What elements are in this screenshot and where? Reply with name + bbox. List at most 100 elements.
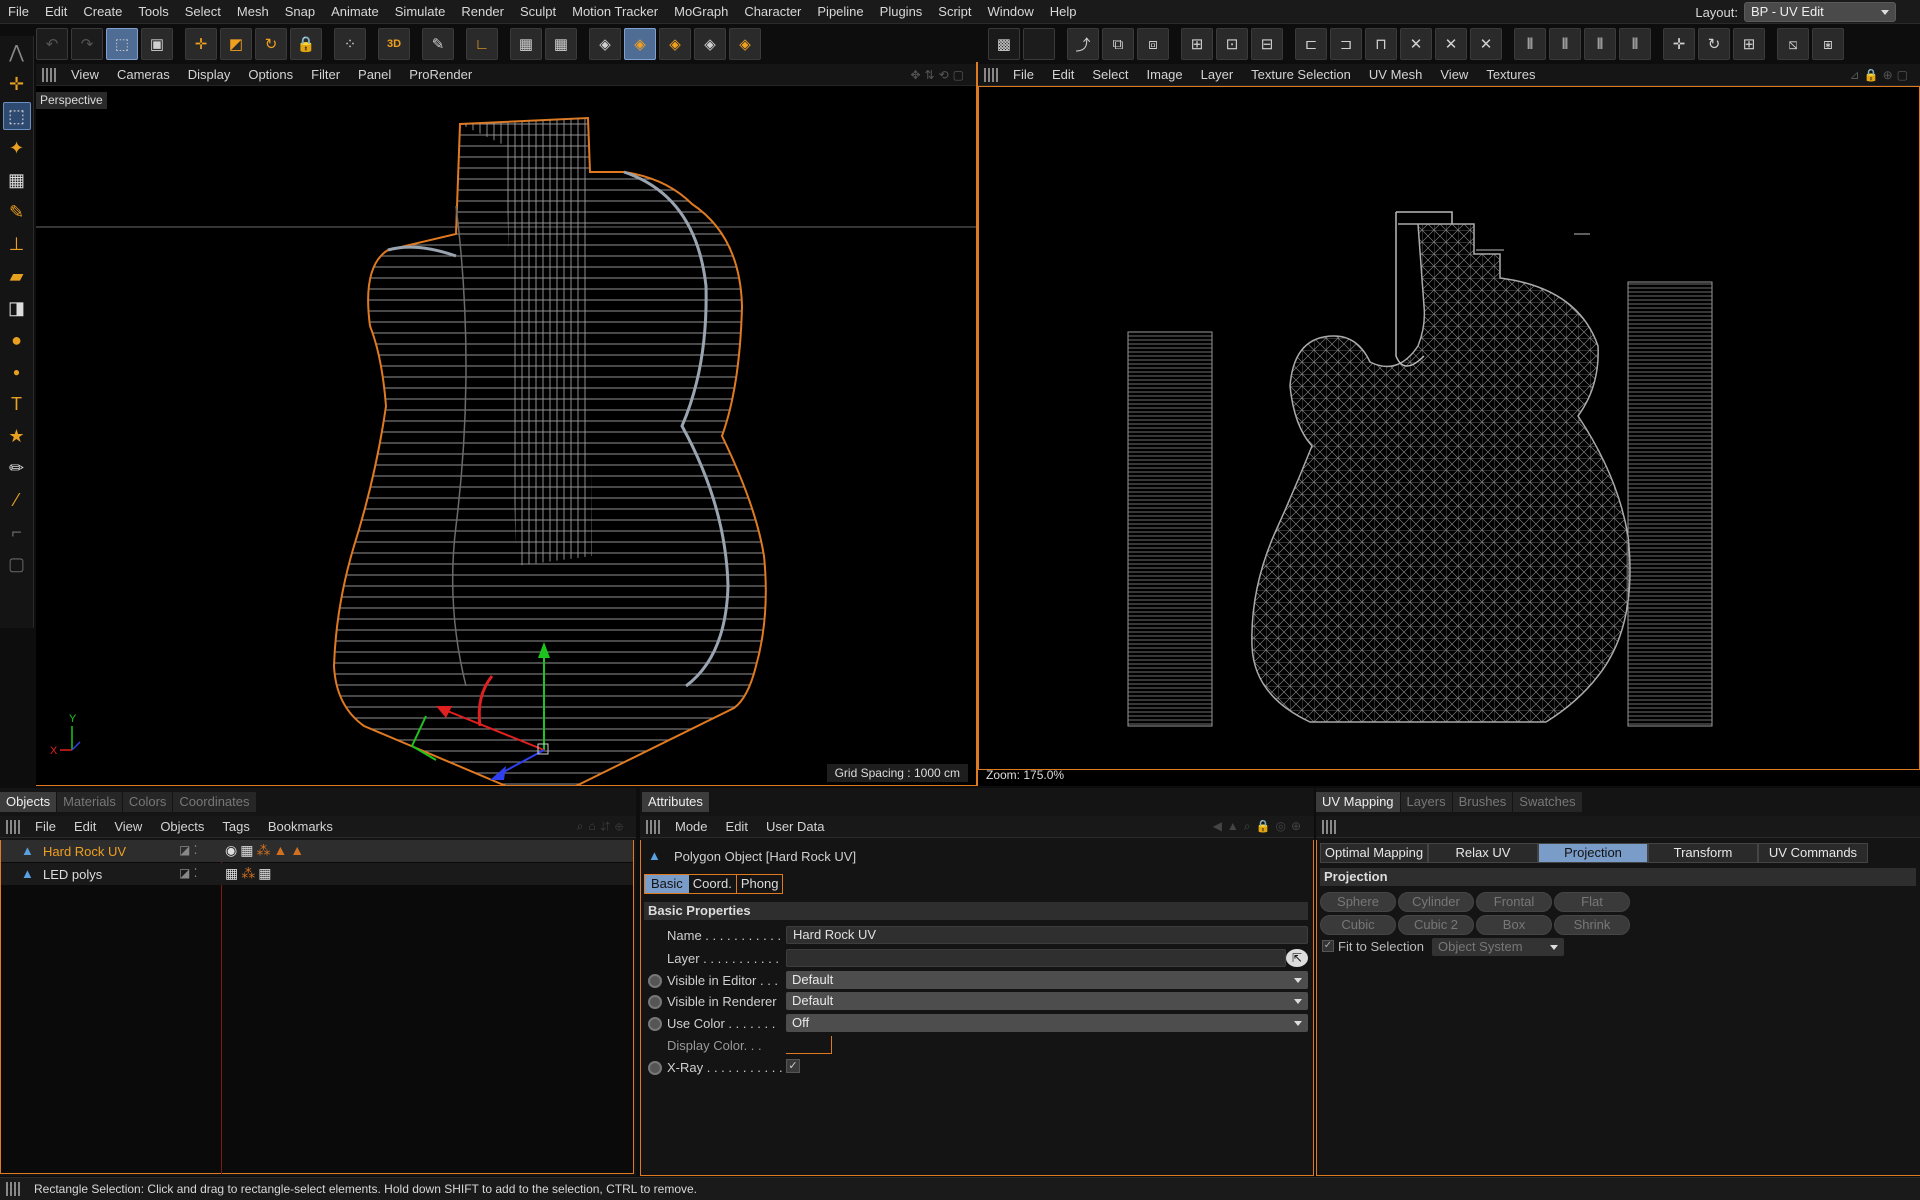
cubic-button[interactable]: Cubic bbox=[1320, 915, 1396, 935]
subtab-relax-uv[interactable]: Relax UV bbox=[1428, 843, 1538, 863]
dot-icon[interactable]: ● bbox=[3, 358, 31, 386]
object-name[interactable]: Hard Rock UV bbox=[43, 844, 126, 859]
text-tool-icon[interactable]: T bbox=[3, 390, 31, 418]
obj-menu-view[interactable]: View bbox=[105, 819, 151, 834]
layout-select[interactable]: BP - UV Edit bbox=[1744, 2, 1896, 22]
objects-search-icons[interactable]: ⌕⌂⇵⊕ bbox=[577, 819, 628, 834]
visible-renderer-radio[interactable] bbox=[648, 995, 662, 1009]
checker-cube2-icon[interactable]: ▦ bbox=[545, 28, 577, 60]
list-item[interactable]: ▲ LED polys ◪ ⁚ ▦⁂▦ bbox=[1, 863, 633, 885]
uv-dist4-icon[interactable]: ⫴ bbox=[1619, 28, 1651, 60]
uv-menu-image[interactable]: Image bbox=[1138, 67, 1192, 82]
visibility-icon[interactable]: ◪ ⁚ bbox=[179, 843, 198, 857]
visibility-icon[interactable]: ◪ ⁚ bbox=[179, 866, 198, 880]
uv-mirror3-icon[interactable]: ✕ bbox=[1470, 28, 1502, 60]
uv-dist2-icon[interactable]: ⫴ bbox=[1549, 28, 1581, 60]
sphere-button[interactable]: Sphere bbox=[1320, 892, 1396, 912]
uv-tool3-icon[interactable]: ⧈ bbox=[1137, 28, 1169, 60]
tab-materials[interactable]: Materials bbox=[57, 792, 122, 812]
uv-move-icon[interactable]: ✛ bbox=[1663, 28, 1695, 60]
xray-radio[interactable] bbox=[648, 1061, 662, 1075]
attr-menu-user-data[interactable]: User Data bbox=[757, 819, 834, 834]
uv-align2-icon[interactable]: ⊐ bbox=[1330, 28, 1362, 60]
vp-menu-view[interactable]: View bbox=[62, 67, 108, 82]
undo-icon[interactable]: ↶ bbox=[36, 28, 68, 60]
lock-icon[interactable]: 🔒 bbox=[290, 28, 322, 60]
tab-uv-mapping[interactable]: UV Mapping bbox=[1316, 792, 1400, 812]
tab-colors[interactable]: Colors bbox=[122, 792, 173, 812]
points-icon[interactable]: ⁘ bbox=[334, 28, 366, 60]
star-icon[interactable]: ★ bbox=[3, 422, 31, 450]
redo-icon[interactable]: ↷ bbox=[71, 28, 103, 60]
menu-render[interactable]: Render bbox=[453, 0, 512, 24]
checker-tool-icon[interactable]: ▦ bbox=[3, 166, 31, 194]
uv-dist3-icon[interactable]: ⫴ bbox=[1584, 28, 1616, 60]
subtab-transform[interactable]: Transform bbox=[1648, 843, 1758, 863]
rotate-tool-icon[interactable]: ↻ bbox=[255, 28, 287, 60]
uv-nav-icons[interactable]: ⊿🔒⊕▢ bbox=[1850, 68, 1912, 82]
fit-select[interactable]: Object System bbox=[1432, 938, 1564, 956]
move-tool-icon[interactable]: ✛ bbox=[185, 28, 217, 60]
pencil-icon[interactable]: ✏ bbox=[3, 454, 31, 482]
vp-menu-filter[interactable]: Filter bbox=[302, 67, 349, 82]
menu-pipeline[interactable]: Pipeline bbox=[809, 0, 871, 24]
viewport-divider[interactable] bbox=[976, 62, 978, 786]
menu-mesh[interactable]: Mesh bbox=[229, 0, 277, 24]
subtab-phong[interactable]: Phong bbox=[735, 875, 783, 893]
obj-menu-bookmarks[interactable]: Bookmarks bbox=[259, 819, 342, 834]
uv-grid3-icon[interactable]: ⊟ bbox=[1251, 28, 1283, 60]
axis-icon[interactable]: ∟ bbox=[466, 28, 498, 60]
uv-mirror2-icon[interactable]: ✕ bbox=[1435, 28, 1467, 60]
subtab-projection[interactable]: Projection bbox=[1538, 843, 1648, 863]
vp-menu-panel[interactable]: Panel bbox=[349, 67, 400, 82]
rect-select-icon[interactable]: ⬚ bbox=[2, 102, 31, 130]
object-name[interactable]: LED polys bbox=[43, 867, 102, 882]
menu-motion-tracker[interactable]: Motion Tracker bbox=[564, 0, 666, 24]
menu-script[interactable]: Script bbox=[930, 0, 979, 24]
drop-icon[interactable]: ● bbox=[3, 326, 31, 354]
tab-swatches[interactable]: Swatches bbox=[1513, 792, 1582, 812]
menu-edit[interactable]: Edit bbox=[37, 0, 75, 24]
use-color-radio[interactable] bbox=[648, 1017, 662, 1031]
frontal-button[interactable]: Frontal bbox=[1476, 892, 1552, 912]
uv-menu-select[interactable]: Select bbox=[1083, 67, 1137, 82]
cylinder-button[interactable]: Cylinder bbox=[1398, 892, 1474, 912]
move-icon[interactable]: ✛ bbox=[3, 70, 31, 98]
paint-brush-icon[interactable]: ✎ bbox=[3, 198, 31, 226]
tab-coordinates[interactable]: Coordinates bbox=[173, 792, 256, 812]
visible-editor-radio[interactable] bbox=[648, 974, 662, 988]
menu-plugins[interactable]: Plugins bbox=[872, 0, 931, 24]
list-item[interactable]: ▲ Hard Rock UV ◪ ⁚ ◉▦⁂▲▲ bbox=[1, 840, 633, 862]
menu-select[interactable]: Select bbox=[177, 0, 229, 24]
attr-nav-icons[interactable]: ◀▲⌕🔒◎⊕ bbox=[1213, 819, 1306, 834]
viewport-nav-icons[interactable]: ✥⇅⟲▢ bbox=[910, 68, 968, 82]
vp-menu-display[interactable]: Display bbox=[179, 67, 240, 82]
tab-layers[interactable]: Layers bbox=[1400, 792, 1452, 812]
vp-menu-options[interactable]: Options bbox=[239, 67, 302, 82]
brush-icon[interactable]: ✎ bbox=[422, 28, 454, 60]
menu-window[interactable]: Window bbox=[980, 0, 1042, 24]
attr-menu-mode[interactable]: Mode bbox=[666, 819, 717, 834]
uv-relax-icon[interactable]: ⧅ bbox=[1777, 28, 1809, 60]
xray-checkbox[interactable]: ✓ bbox=[786, 1059, 800, 1073]
tab-objects[interactable]: Objects bbox=[0, 792, 57, 812]
eraser-icon[interactable]: ▰ bbox=[3, 262, 31, 290]
gradient-icon[interactable]: ◨ bbox=[3, 294, 31, 322]
cube-grey-icon[interactable]: ◈ bbox=[694, 28, 726, 60]
fit-checkbox[interactable]: ✓ bbox=[1322, 940, 1334, 952]
uv-menu-texture-selection[interactable]: Texture Selection bbox=[1242, 67, 1360, 82]
uv-dist1-icon[interactable]: ⫴ bbox=[1514, 28, 1546, 60]
uv-blank-icon[interactable] bbox=[1023, 28, 1055, 60]
menu-file[interactable]: File bbox=[0, 0, 37, 24]
uv-menu-textures[interactable]: Textures bbox=[1477, 67, 1544, 82]
subtab-coord[interactable]: Coord. bbox=[689, 875, 736, 893]
use-color-dropdown[interactable]: Off bbox=[786, 1014, 1308, 1032]
obj-menu-objects[interactable]: Objects bbox=[151, 819, 213, 834]
pen-checker-icon[interactable]: ⁄ bbox=[3, 486, 31, 514]
uv-rotate-icon[interactable]: ↻ bbox=[1698, 28, 1730, 60]
cube-orange-icon[interactable]: ◈ bbox=[659, 28, 691, 60]
subtab-uv-commands[interactable]: UV Commands bbox=[1758, 843, 1868, 863]
uv-grid2-icon[interactable]: ⊡ bbox=[1216, 28, 1248, 60]
menu-snap[interactable]: Snap bbox=[277, 0, 323, 24]
uv-align1-icon[interactable]: ⊏ bbox=[1295, 28, 1327, 60]
